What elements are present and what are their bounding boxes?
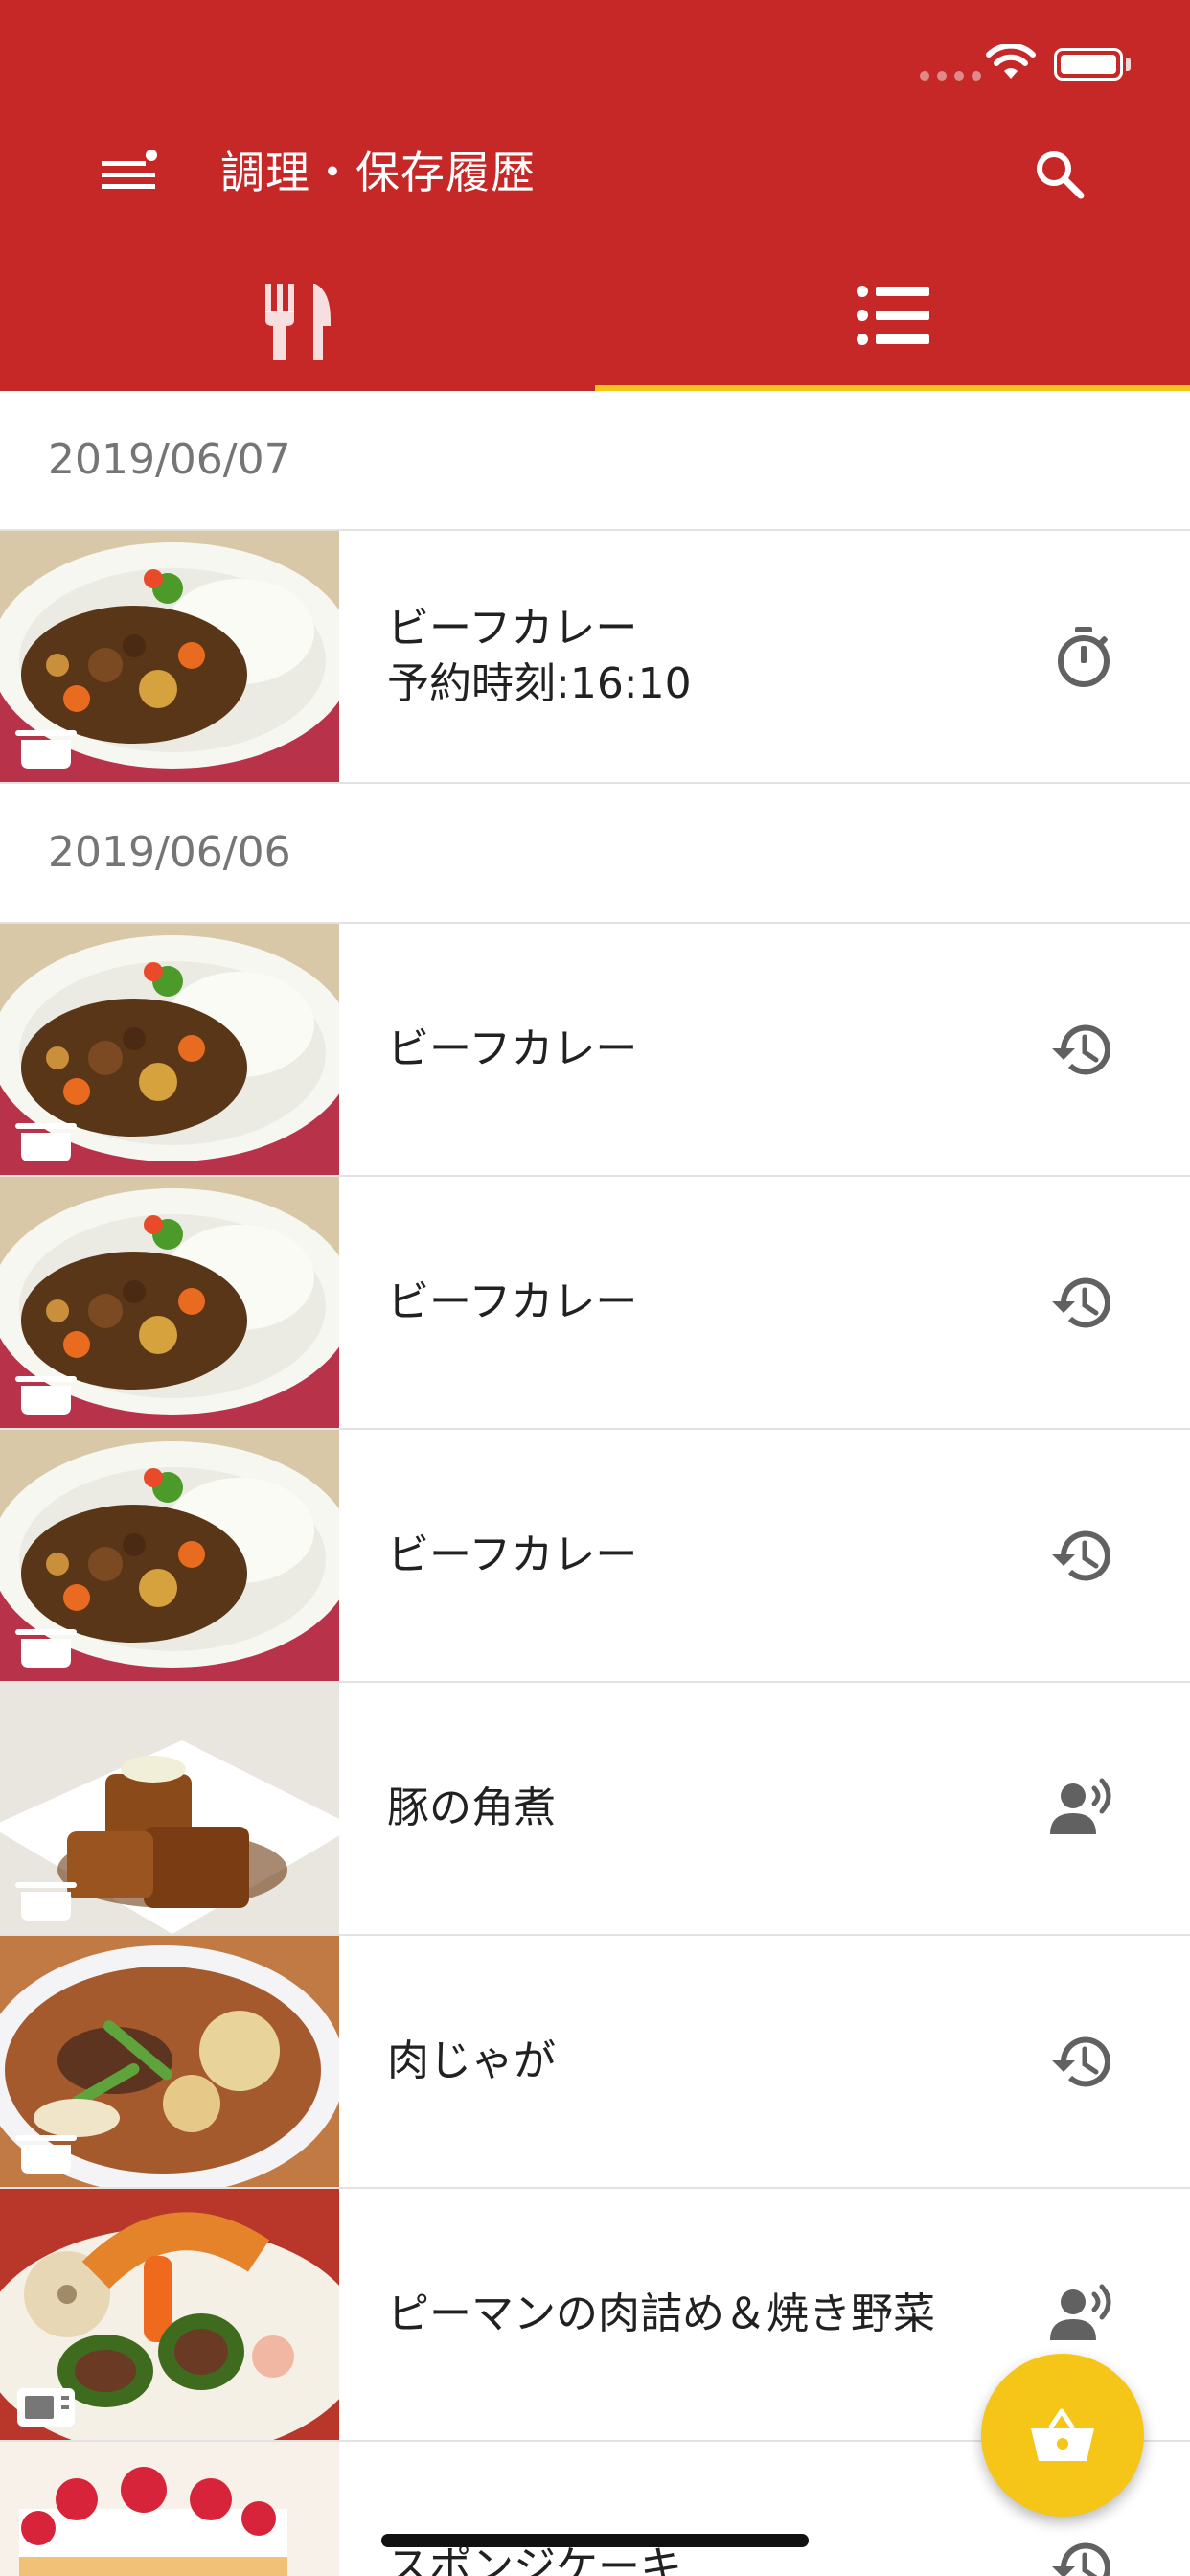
recipe-list-item[interactable]: ビーフカレー [0,1430,1190,1683]
recipe-text: スポンジケーキ [387,2442,682,2576]
home-indicator [381,2534,809,2547]
history-icon[interactable] [1050,2028,1117,2095]
history-icon[interactable] [1050,1016,1117,1083]
date-header: 2019/06/06 [0,784,1190,924]
history-icon[interactable] [1050,2534,1117,2576]
tab-cooking[interactable] [0,249,595,391]
recipe-list-item[interactable]: ビーフカレー予約時刻:16:10 [0,531,1190,784]
pot-icon [15,1368,77,1416]
recipe-thumbnail [0,1936,339,2187]
app-header: 調理・保存履歴 [0,0,1190,391]
tab-bar [0,249,1190,391]
recipe-text: ビーフカレー [387,924,637,1175]
pot-icon [15,1622,77,1669]
page-title: 調理・保存履歴 [220,147,536,198]
fork-knife-icon [264,284,331,360]
history-icon[interactable] [1050,1522,1117,1589]
recipe-title: ビーフカレー [387,1277,638,1326]
tab-history-list[interactable] [595,249,1190,391]
voice-icon[interactable] [1050,2281,1117,2348]
recipe-title: ビーフカレー [387,1024,638,1073]
wifi-icon [986,44,1036,79]
recipe-thumbnail [0,924,339,1175]
recipe-text: ビーフカレー予約時刻:16:10 [387,531,692,782]
pot-icon [15,723,77,770]
recipe-list-item[interactable]: 豚の角煮 [0,1683,1190,1936]
timer-icon[interactable] [1050,623,1117,690]
recipe-title: ピーマンの肉詰め＆焼き野菜 [387,2289,935,2338]
recipe-list-item[interactable]: ビーフカレー [0,1177,1190,1430]
recipe-title: ビーフカレー [387,1530,638,1579]
recipe-text: 肉じゃが [387,1936,556,2187]
signal-icon [920,71,981,80]
basket-icon [1031,2408,1094,2461]
microwave-icon [15,2380,77,2428]
recipe-text: 豚の角煮 [387,1683,556,1934]
history-icon[interactable] [1050,1269,1117,1336]
menu-icon[interactable] [98,146,159,199]
search-icon[interactable] [1031,146,1088,203]
recipe-title: 肉じゃが [387,2036,556,2085]
date-label: 2019/06/07 [48,435,291,484]
status-bar [0,0,1190,125]
pot-icon [15,2128,77,2175]
basket-button[interactable] [981,2354,1144,2517]
recipe-text: ビーフカレー [387,1177,637,1428]
recipe-thumbnail [0,531,339,782]
pot-icon [15,1874,77,1922]
list-icon [856,286,929,345]
recipe-thumbnail [0,2189,339,2440]
recipe-list-item[interactable]: 肉じゃが [0,1936,1190,2189]
recipe-thumbnail [0,1177,339,1428]
history-list: 2019/06/07 ビーフカレー 予約時刻:16:10 2019/06/06 ビ… [0,391,1190,2576]
recipe-title: 豚の角煮 [387,1783,556,1832]
date-label: 2019/06/06 [48,828,291,877]
recipe-thumbnail [0,2442,339,2576]
recipe-title: ビーフカレー [387,604,638,653]
recipe-reservation-time: 予約時刻:16:10 [387,659,692,708]
recipe-list-item[interactable]: ビーフカレー [0,924,1190,1177]
recipe-thumbnail [0,1683,339,1934]
recipe-text: ピーマンの肉詰め＆焼き野菜 [387,2189,935,2440]
recipe-thumbnail [0,1430,339,1681]
battery-icon [1054,48,1123,80]
voice-icon[interactable] [1050,1775,1117,1842]
toolbar: 調理・保存履歴 [0,125,1190,220]
recipe-text: ビーフカレー [387,1430,637,1681]
pot-icon [15,1116,77,1163]
date-header: 2019/06/07 [0,391,1190,531]
